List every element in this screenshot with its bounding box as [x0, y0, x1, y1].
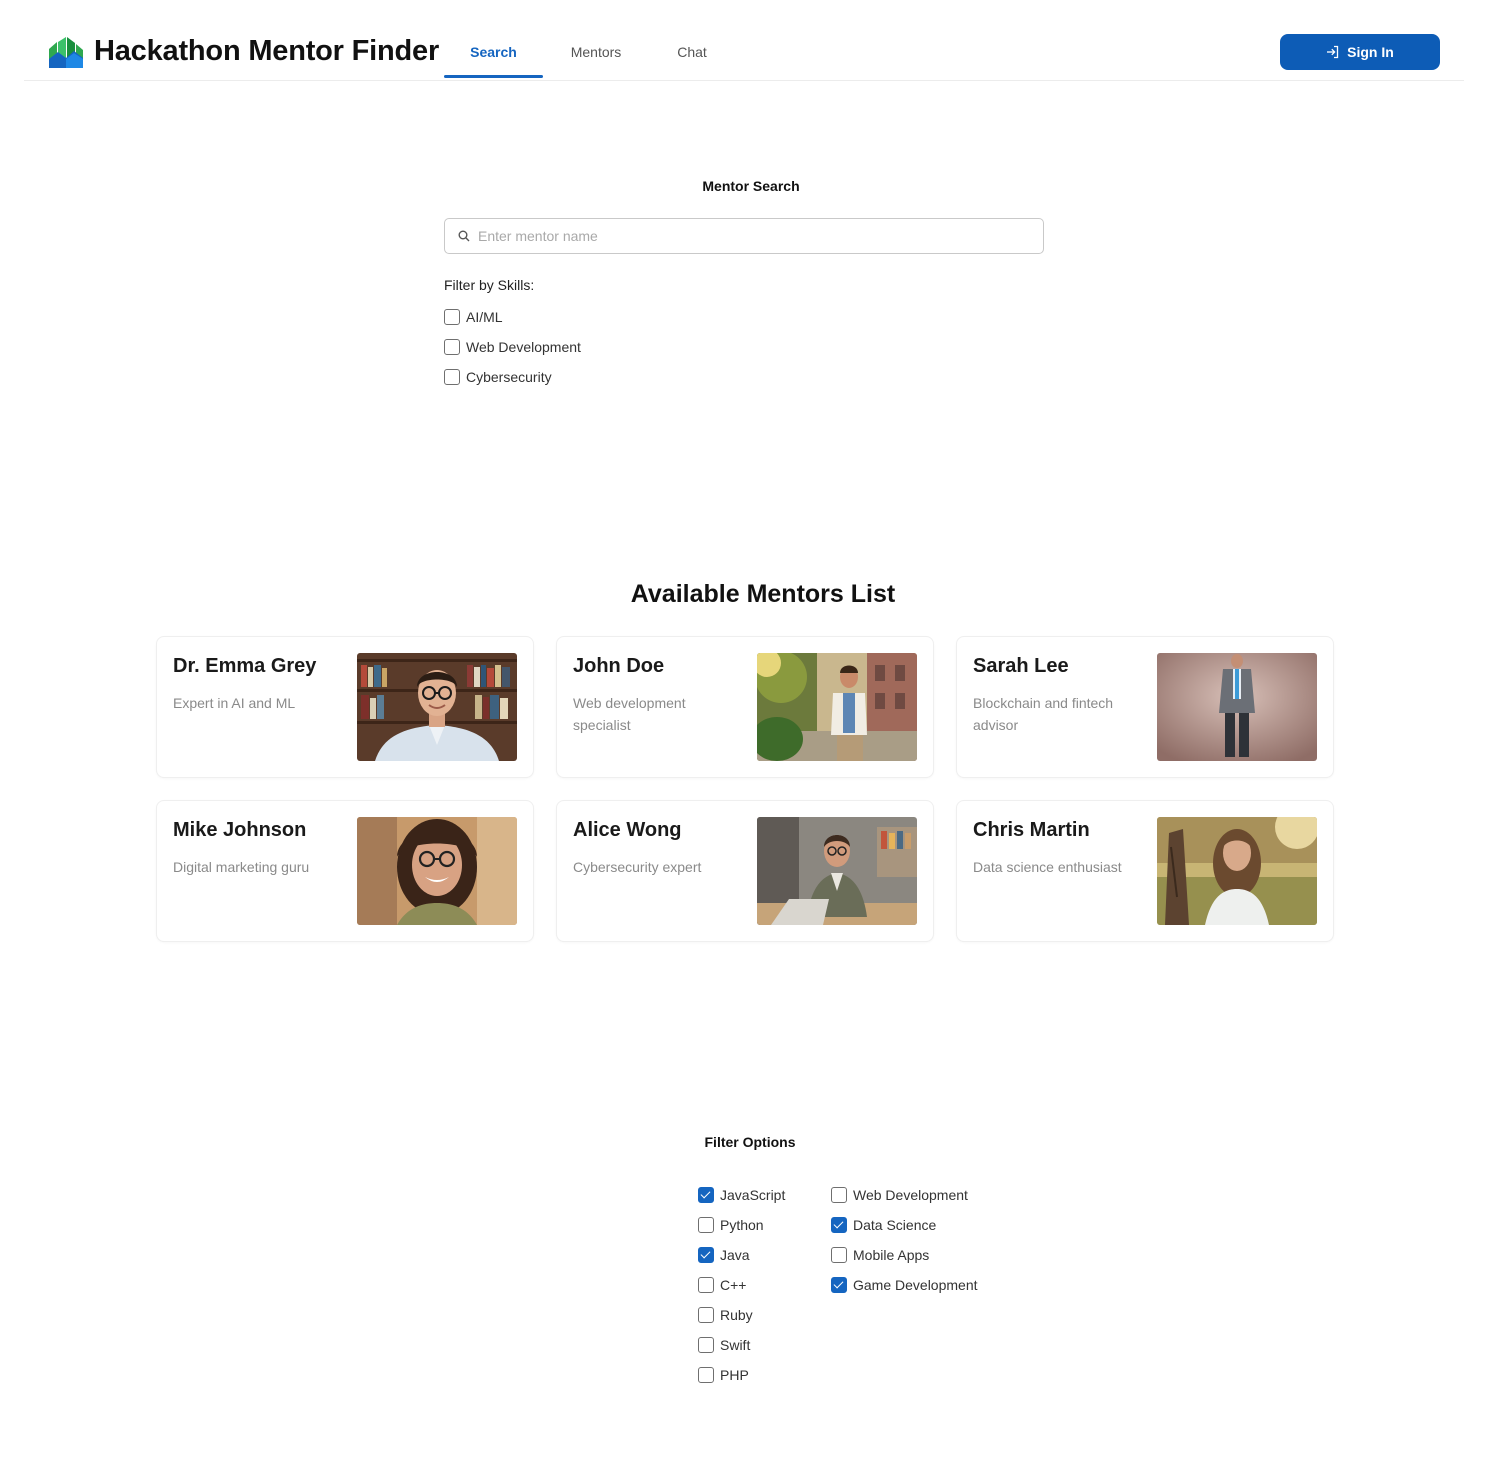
- filter-checkbox-ruby[interactable]: Ruby: [698, 1306, 753, 1324]
- house-chart-icon: [49, 37, 83, 68]
- tab-label: Mentors: [570, 44, 622, 60]
- checkbox-checked[interactable]: [698, 1187, 714, 1203]
- checkbox-checked[interactable]: [698, 1247, 714, 1263]
- filter-checkbox-game-development[interactable]: Game Development: [831, 1276, 978, 1294]
- skill-checkbox-web-development[interactable]: Web Development: [444, 338, 581, 356]
- checkbox[interactable]: [444, 369, 460, 385]
- checkbox[interactable]: [698, 1307, 714, 1323]
- mentor-photo: [357, 653, 517, 761]
- checkbox[interactable]: [698, 1337, 714, 1353]
- checkbox-label: Cybersecurity: [466, 369, 552, 385]
- mentor-description: Expert in AI and ML: [173, 695, 296, 711]
- sign-in-icon: [1327, 45, 1339, 59]
- mentor-description: Web development specialist: [573, 695, 686, 733]
- filter-checkbox-php[interactable]: PHP: [698, 1366, 749, 1384]
- mentor-name: Dr. Emma Grey: [173, 655, 317, 677]
- checkbox-label: Web Development: [466, 339, 581, 355]
- checkbox[interactable]: [698, 1277, 714, 1293]
- filter-checkbox-data-science[interactable]: Data Science: [831, 1216, 936, 1234]
- checkbox-label: JavaScript: [720, 1187, 786, 1203]
- checkbox[interactable]: [831, 1187, 847, 1203]
- mentor-description: Digital marketing guru: [173, 859, 310, 875]
- checkbox-label: PHP: [720, 1367, 749, 1383]
- checkbox-checked[interactable]: [831, 1217, 847, 1233]
- search-icon: [458, 230, 470, 242]
- checkbox-label: AI/ML: [466, 309, 503, 325]
- filter-by-skills-label: Filter by Skills:: [444, 277, 535, 293]
- tab-chat[interactable]: Chat: [664, 41, 720, 78]
- filter-checkbox-java[interactable]: Java: [698, 1246, 750, 1264]
- mentor-photo: [757, 817, 917, 925]
- checkbox-label: Ruby: [720, 1307, 753, 1323]
- checkbox[interactable]: [444, 339, 460, 355]
- checkbox-label: Java: [720, 1247, 750, 1263]
- mentor-name: Sarah Lee: [973, 655, 1069, 677]
- filter-checkbox-web-development[interactable]: Web Development: [831, 1186, 968, 1204]
- tab-label: Search: [470, 44, 517, 60]
- mentor-card[interactable]: John Doe Web development specialist: [556, 636, 934, 778]
- mentors-list-title: Available Mentors List: [630, 580, 896, 608]
- checkbox[interactable]: [698, 1367, 714, 1383]
- active-tab-indicator: [444, 75, 543, 78]
- mentor-photo: [357, 817, 517, 925]
- mentor-name: Mike Johnson: [173, 819, 307, 841]
- checkbox-label: C++: [720, 1277, 747, 1293]
- mentor-card[interactable]: Alice Wong Cybersecurity expert: [556, 800, 934, 942]
- mentor-name: Alice Wong: [573, 819, 682, 841]
- app-title: Hackathon Mentor Finder: [94, 35, 440, 67]
- tab-search[interactable]: Search: [444, 41, 543, 78]
- filter-checkbox-javascript[interactable]: JavaScript: [698, 1186, 785, 1204]
- mentor-name: Chris Martin: [973, 819, 1090, 841]
- skill-checkbox-cybersecurity[interactable]: Cybersecurity: [444, 368, 552, 386]
- checkbox-label: Swift: [720, 1337, 751, 1353]
- mentor-card[interactable]: Mike Johnson Digital marketing guru: [156, 800, 534, 942]
- checkbox-label: Web Development: [853, 1187, 968, 1203]
- skill-checkbox-ai-ml[interactable]: AI/ML: [444, 308, 503, 326]
- filter-options-title: Filter Options: [704, 1134, 796, 1150]
- tab-mentors[interactable]: Mentors: [556, 41, 636, 78]
- filter-checkbox-mobile-apps[interactable]: Mobile Apps: [831, 1246, 929, 1264]
- tab-label: Chat: [677, 44, 707, 60]
- checkbox[interactable]: [444, 309, 460, 325]
- sign-in-label: Sign In: [1347, 44, 1394, 60]
- checkbox-label: Python: [720, 1217, 764, 1233]
- filter-checkbox-swift[interactable]: Swift: [698, 1336, 750, 1354]
- checkbox[interactable]: [831, 1247, 847, 1263]
- filter-checkbox-cpp[interactable]: C++: [698, 1276, 746, 1294]
- checkbox[interactable]: [698, 1217, 714, 1233]
- checkbox-label: Mobile Apps: [853, 1247, 930, 1263]
- mentor-photo: [757, 653, 917, 761]
- filter-checkbox-python[interactable]: Python: [698, 1216, 764, 1234]
- mentor-description: Data science enthusiast: [973, 859, 1122, 875]
- mentor-photo: [1157, 817, 1317, 925]
- mentor-name-input[interactable]: [478, 219, 1028, 253]
- checkbox-label: Game Development: [853, 1277, 978, 1293]
- mentor-card[interactable]: Dr. Emma Grey Expert in AI and ML: [156, 636, 534, 778]
- mentor-card[interactable]: Sarah Lee Blockchain and fintech advisor: [956, 636, 1334, 778]
- mentor-search-title: Mentor Search: [702, 178, 800, 194]
- checkbox-checked[interactable]: [831, 1277, 847, 1293]
- mentor-description: Cybersecurity expert: [573, 859, 702, 875]
- mentor-name: John Doe: [573, 655, 665, 677]
- search-box: [444, 218, 1044, 254]
- mentor-description: Blockchain and fintech advisor: [973, 695, 1114, 733]
- sign-in-button[interactable]: Sign In: [1280, 34, 1440, 70]
- mentor-card[interactable]: Chris Martin Data science enthusiast: [956, 800, 1334, 942]
- mentor-photo: [1157, 653, 1317, 761]
- checkbox-label: Data Science: [853, 1217, 937, 1233]
- top-nav: Hackathon Mentor Finder Search Mentors C…: [24, 24, 1464, 81]
